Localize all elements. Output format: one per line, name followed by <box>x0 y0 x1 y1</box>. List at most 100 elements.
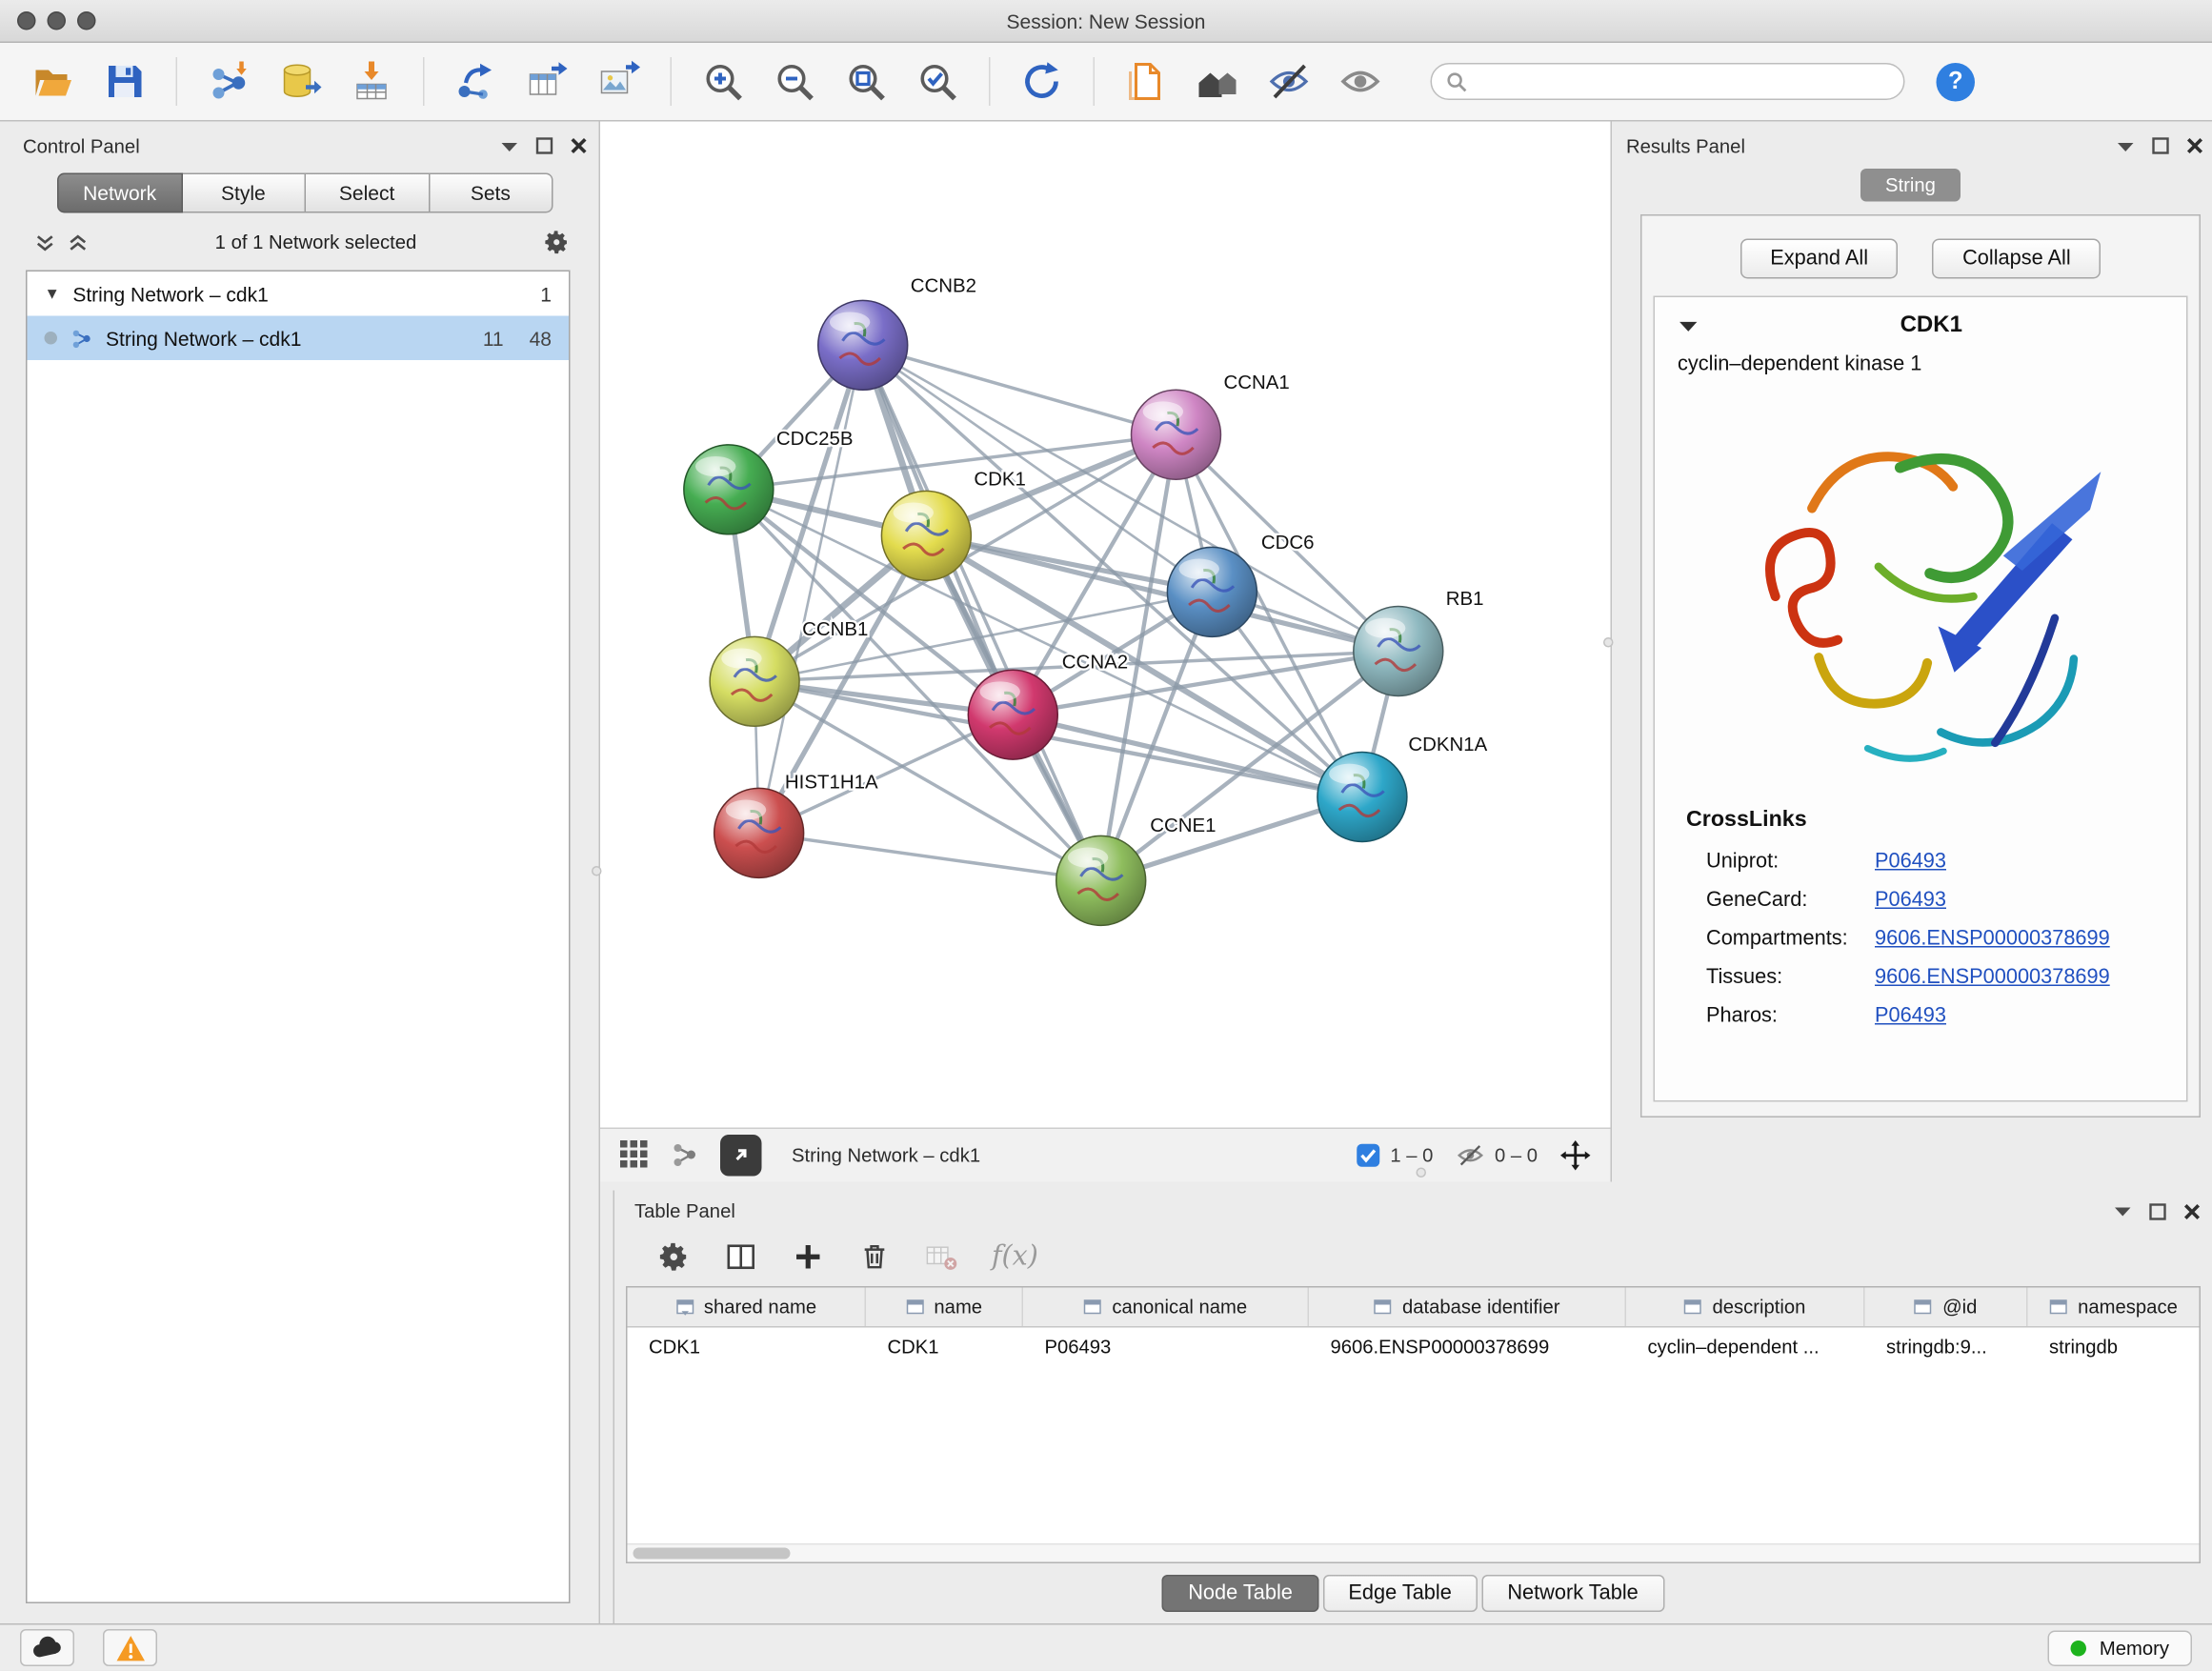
arrow-up-right-icon <box>731 1144 753 1166</box>
import-network-file-button[interactable] <box>196 50 262 113</box>
network-options-gear-icon[interactable] <box>543 229 571 256</box>
network-node-CCNA1[interactable] <box>1132 390 1221 479</box>
expand-all-button[interactable]: Expand All <box>1740 239 1899 279</box>
table-options-gear-icon[interactable] <box>657 1240 691 1274</box>
horizontal-splitter[interactable] <box>600 1181 2212 1190</box>
search-input[interactable] <box>1478 70 1889 92</box>
column-sort-icon <box>675 1298 694 1317</box>
add-column-icon[interactable] <box>792 1240 825 1274</box>
column-header-shared-name[interactable]: shared name <box>628 1287 867 1326</box>
network-node-CDC25B[interactable] <box>684 445 774 534</box>
cloud-status-button[interactable] <box>20 1630 74 1667</box>
network-graph[interactable]: CCNB2CCNA1CDC25BCDK1CDC6RB1CCNB1CCNA2CDK… <box>600 122 1611 1128</box>
bottom-splitter-grip[interactable] <box>1417 1168 1427 1178</box>
tab-network-table[interactable]: Network Table <box>1481 1576 1663 1613</box>
table-horizontal-scrollbar[interactable] <box>628 1544 2200 1563</box>
zoom-selected-button[interactable] <box>905 50 971 113</box>
network-edge-CCNB2-CCNA1[interactable] <box>863 345 1176 434</box>
crosslink-compartments-link[interactable]: 9606.ENSP00000378699 <box>1875 928 2110 951</box>
eye-show-button[interactable] <box>1328 50 1394 113</box>
network-node-CCNA2[interactable] <box>968 670 1057 759</box>
selected-checkbox-icon[interactable] <box>1356 1143 1380 1168</box>
network-collection-row[interactable]: ▼ String Network – cdk1 1 <box>28 272 570 316</box>
tab-sets[interactable]: Sets <box>430 173 553 213</box>
tab-node-table[interactable]: Node Table <box>1162 1576 1318 1613</box>
column-header-database-identifier[interactable]: database identifier <box>1309 1287 1626 1326</box>
crosslink-pharos-link[interactable]: P06493 <box>1875 1005 1946 1028</box>
table-row[interactable]: CDK1 CDK1 P06493 9606.ENSP00000378699 cy… <box>628 1327 2200 1367</box>
delete-column-trash-icon[interactable] <box>859 1241 891 1273</box>
collapse-all-button[interactable]: Collapse All <box>1933 239 2101 279</box>
scrollbar-thumb[interactable] <box>633 1548 791 1560</box>
pan-crosshair-icon[interactable] <box>1560 1140 1591 1171</box>
column-header-description[interactable]: description <box>1626 1287 1865 1326</box>
column-header-canonical-name[interactable]: canonical name <box>1023 1287 1309 1326</box>
tab-edge-table[interactable]: Edge Table <box>1322 1576 1477 1613</box>
column-header-name[interactable]: name <box>866 1287 1023 1326</box>
float-panel-icon[interactable] <box>2149 1203 2166 1220</box>
tab-network[interactable]: Network <box>57 173 182 213</box>
tree-expander-icon[interactable]: ▼ <box>45 285 60 302</box>
panel-menu-icon[interactable] <box>2117 139 2136 152</box>
save-session-button[interactable] <box>91 50 157 113</box>
maximize-window-button[interactable] <box>77 11 96 30</box>
network-view: CCNB2CCNA1CDC25BCDK1CDC6RB1CCNB1CCNA2CDK… <box>600 122 1612 1182</box>
network-node-HIST1H1A[interactable] <box>714 788 804 877</box>
tab-style[interactable]: Style <box>182 173 306 213</box>
right-splitter-grip[interactable] <box>1603 637 1614 648</box>
hidden-eye-icon[interactable] <box>1456 1143 1484 1168</box>
export-network-button[interactable] <box>443 50 509 113</box>
network-row[interactable]: String Network – cdk1 11 48 <box>28 316 570 361</box>
collapse-all-chevron-icon[interactable] <box>68 232 90 252</box>
panel-menu-icon[interactable] <box>500 139 519 152</box>
open-session-button[interactable] <box>20 50 86 113</box>
import-network-database-button[interactable] <box>268 50 333 113</box>
home-button[interactable] <box>1185 50 1251 113</box>
column-header-id[interactable]: @id <box>1865 1287 2028 1326</box>
panel-menu-icon[interactable] <box>2114 1205 2133 1218</box>
export-image-button[interactable] <box>586 50 652 113</box>
collapse-gene-icon[interactable] <box>1678 319 1699 333</box>
crosslink-genecard-link[interactable]: P06493 <box>1875 889 1946 912</box>
minimize-window-button[interactable] <box>48 11 67 30</box>
help-button[interactable]: ? <box>1937 62 1976 101</box>
crosslink-tissues-link[interactable]: 9606.ENSP00000378699 <box>1875 966 2110 989</box>
network-edge-CCNE1-HIST1H1A[interactable] <box>759 833 1101 880</box>
zoom-in-button[interactable] <box>691 50 756 113</box>
import-table-file-button[interactable] <box>339 50 405 113</box>
float-panel-icon[interactable] <box>2152 137 2169 154</box>
crosslink-uniprot-link[interactable]: P06493 <box>1875 851 1946 874</box>
document-button[interactable] <box>1114 50 1179 113</box>
network-edge-CCNB2-HIST1H1A[interactable] <box>759 345 863 833</box>
close-window-button[interactable] <box>17 11 36 30</box>
network-node-CDC6[interactable] <box>1167 547 1257 636</box>
network-node-CDK1[interactable] <box>881 491 971 580</box>
network-node-RB1[interactable] <box>1354 607 1443 696</box>
left-splitter-grip[interactable] <box>592 866 602 876</box>
zoom-fit-button[interactable] <box>834 50 899 113</box>
memory-button[interactable]: Memory <box>2048 1630 2192 1666</box>
eye-hide-button[interactable] <box>1257 50 1322 113</box>
warnings-button[interactable] <box>103 1630 157 1667</box>
network-canvas[interactable]: CCNB2CCNA1CDC25BCDK1CDC6RB1CCNB1CCNA2CDK… <box>600 122 1611 1128</box>
node-table: shared name name canonical name database… <box>626 1286 2201 1564</box>
detach-view-button[interactable] <box>720 1135 762 1177</box>
network-node-CDKN1A[interactable] <box>1317 753 1407 842</box>
close-panel-icon[interactable] <box>2186 137 2203 154</box>
results-tab-string[interactable]: String <box>1861 169 1961 202</box>
float-panel-icon[interactable] <box>536 137 553 154</box>
share-view-icon[interactable] <box>671 1141 699 1170</box>
expand-all-chevron-icon[interactable] <box>34 232 56 252</box>
network-node-CCNB1[interactable] <box>710 636 799 726</box>
close-panel-icon[interactable] <box>2183 1203 2201 1220</box>
birdseye-grid-icon[interactable] <box>620 1141 649 1170</box>
show-columns-icon[interactable] <box>725 1240 758 1274</box>
column-header-namespace[interactable]: namespace <box>2028 1287 2200 1326</box>
network-node-CCNB2[interactable] <box>818 300 908 390</box>
network-node-CCNE1[interactable] <box>1056 836 1146 925</box>
export-table-button[interactable] <box>514 50 580 113</box>
close-panel-icon[interactable] <box>571 137 588 154</box>
tab-select[interactable]: Select <box>306 173 430 213</box>
zoom-out-button[interactable] <box>762 50 828 113</box>
refresh-button[interactable] <box>1009 50 1075 113</box>
